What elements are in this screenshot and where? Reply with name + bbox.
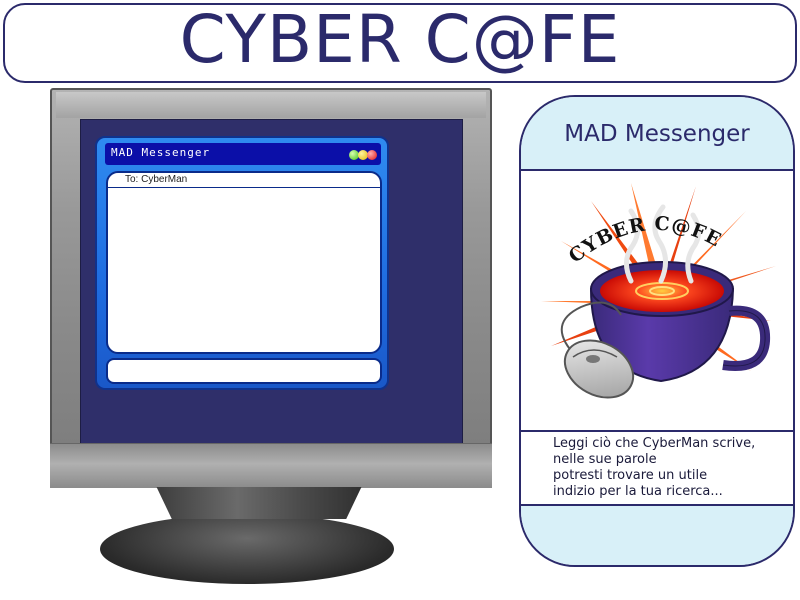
panel-footer xyxy=(521,504,793,565)
info-panel: MAD Messenger CYBER C@FE Leggi ciò che C… xyxy=(519,95,795,567)
panel-header: MAD Messenger xyxy=(521,97,793,171)
panel-description: Leggi ciò che CyberMan scrive, nelle sue… xyxy=(521,430,793,506)
monitor-stand-neck xyxy=(156,487,362,519)
description-line: indizio per la tua ricerca... xyxy=(553,484,723,499)
monitor-stand-base xyxy=(100,514,394,584)
message-input[interactable] xyxy=(106,358,382,384)
messenger-window: MAD Messenger To: CyberMan xyxy=(95,136,389,390)
monitor: MAD Messenger To: CyberMan xyxy=(0,0,500,600)
monitor-bezel-shine xyxy=(56,92,486,118)
red-light-icon[interactable] xyxy=(367,150,377,160)
monitor-bezel-bottom xyxy=(50,443,492,488)
messenger-titlebar: MAD Messenger xyxy=(105,143,381,165)
description-line: nelle sue parole xyxy=(553,452,657,467)
coffee-cup-mouse-logo: CYBER C@FE xyxy=(541,183,776,399)
chat-history[interactable]: To: CyberMan xyxy=(106,171,382,354)
description-line: Leggi ciò che CyberMan scrive, xyxy=(553,436,756,451)
messenger-window-title: MAD Messenger xyxy=(111,146,211,159)
description-line: potresti trovare un utile xyxy=(553,468,708,483)
panel-title: MAD Messenger xyxy=(564,121,750,147)
chat-recipient: To: CyberMan xyxy=(125,174,188,185)
chat-recipient-bar: To: CyberMan xyxy=(108,173,380,188)
